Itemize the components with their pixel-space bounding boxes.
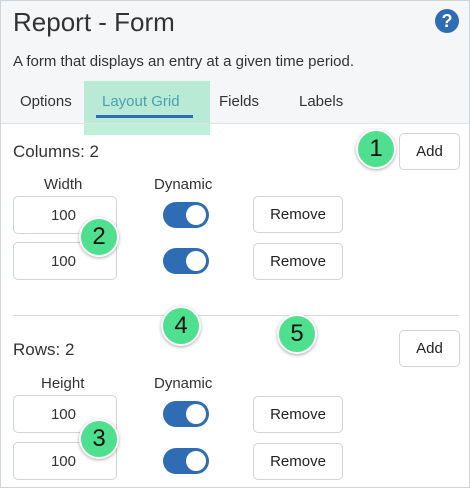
remove-column-button[interactable]: Remove (253, 243, 343, 280)
width-column-header: Width (44, 176, 83, 193)
toggle-knob (186, 451, 206, 471)
column-dynamic-toggle[interactable] (163, 202, 209, 228)
panel-header: Report - Form ? A form that displays an … (1, 1, 469, 123)
callout-marker-2: 2 (79, 217, 119, 257)
toggle-knob (186, 205, 206, 225)
remove-row-button[interactable]: Remove (253, 396, 343, 433)
header-divider (1, 123, 469, 124)
callout-marker-5: 5 (277, 314, 317, 354)
callout-marker-1: 1 (356, 129, 396, 169)
report-form-panel: Report - Form ? A form that displays an … (0, 0, 470, 488)
tab-labels[interactable]: Labels (299, 93, 343, 110)
dynamic-column-header: Dynamic (154, 176, 213, 193)
toggle-knob (186, 251, 206, 271)
add-column-button[interactable]: Add (399, 133, 460, 170)
rows-label: Rows: 2 (13, 340, 75, 359)
dynamic-column-header: Dynamic (154, 375, 213, 392)
tab-highlight (84, 81, 210, 135)
row-dynamic-toggle[interactable] (163, 448, 209, 474)
help-icon[interactable]: ? (435, 9, 459, 33)
tab-options[interactable]: Options (20, 93, 72, 110)
remove-column-button[interactable]: Remove (253, 196, 343, 233)
tab-fields[interactable]: Fields (219, 93, 259, 110)
callout-marker-3: 3 (79, 419, 119, 459)
height-column-header: Height (41, 375, 85, 392)
columns-label: Columns: 2 (13, 142, 99, 161)
active-tab-indicator (96, 115, 193, 118)
toggle-knob (186, 404, 206, 424)
tab-bar: Options Layout Grid Fields Labels (1, 81, 469, 123)
column-dynamic-toggle[interactable] (163, 248, 209, 274)
section-divider (13, 315, 459, 316)
page-description: A form that displays an entry at a given… (13, 53, 355, 70)
add-row-button[interactable]: Add (399, 330, 460, 367)
row-dynamic-toggle[interactable] (163, 401, 209, 427)
callout-marker-4: 4 (161, 306, 201, 346)
remove-row-button[interactable]: Remove (253, 443, 343, 480)
page-title: Report - Form (13, 7, 175, 37)
